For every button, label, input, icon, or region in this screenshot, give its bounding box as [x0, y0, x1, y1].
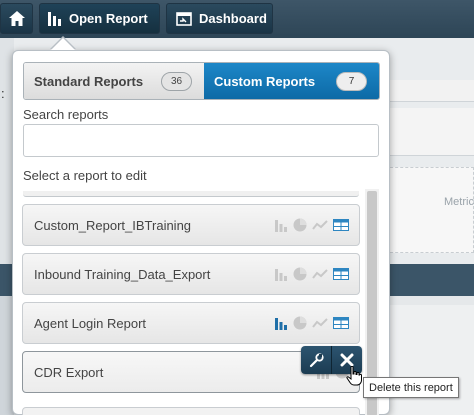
tab-standard-reports-label: Standard Reports	[34, 73, 144, 89]
list-item-partial	[23, 191, 359, 197]
tab-standard-reports[interactable]: Standard Reports 36	[24, 63, 204, 99]
custom-reports-count-badge: 7	[336, 72, 367, 91]
bar-chart-icon[interactable]	[275, 317, 288, 330]
search-reports-label: Search reports	[23, 107, 109, 122]
table-icon[interactable]	[333, 317, 349, 329]
standard-reports-count-badge: 36	[161, 72, 192, 91]
report-name: CDR Export	[34, 364, 104, 380]
dashboard-label: Dashboard	[199, 11, 267, 26]
open-report-label: Open Report	[69, 11, 148, 26]
list-item-partial	[22, 407, 360, 415]
background-colon: :	[1, 86, 5, 101]
top-navigation-bar: Open Report Dashboard	[0, 0, 474, 38]
list-item-report[interactable]: Inbound Training_Data_Export	[22, 253, 360, 295]
line-chart-icon[interactable]	[312, 317, 328, 329]
search-reports-input[interactable]	[23, 124, 379, 157]
background-toolbar	[380, 80, 474, 102]
open-report-button[interactable]: Open Report	[39, 3, 160, 34]
dashboard-button[interactable]: Dashboard	[166, 3, 273, 34]
dashboard-icon	[176, 11, 192, 26]
close-icon	[340, 353, 354, 367]
tab-custom-reports-label: Custom Reports	[214, 73, 316, 89]
home-button[interactable]	[0, 3, 33, 34]
table-icon[interactable]	[333, 219, 349, 231]
report-name: Agent Login Report	[34, 315, 147, 331]
tab-custom-reports[interactable]: Custom Reports 7	[204, 63, 379, 99]
line-chart-icon[interactable]	[312, 219, 328, 231]
bar-chart-icon[interactable]	[275, 219, 288, 232]
background-panel	[380, 108, 474, 156]
list-item-report[interactable]: Custom_Report_IBTraining	[22, 204, 360, 246]
table-icon[interactable]	[333, 268, 349, 280]
hand-cursor-icon	[346, 366, 362, 386]
select-report-label: Select a report to edit	[23, 168, 147, 183]
report-list: Custom_Report_IBTraining Inbound Trainin…	[21, 189, 361, 415]
report-name: Inbound Training_Data_Export	[34, 266, 211, 282]
background-metric-card	[380, 167, 474, 253]
wrench-icon	[309, 352, 324, 367]
bar-chart-icon	[48, 11, 61, 26]
pie-chart-icon[interactable]	[293, 267, 307, 281]
list-item-report[interactable]: Agent Login Report	[22, 302, 360, 344]
bar-chart-icon[interactable]	[275, 268, 288, 281]
line-chart-icon[interactable]	[312, 268, 328, 280]
background-lower-panel	[380, 305, 474, 415]
popup-pointer	[51, 38, 75, 50]
report-type-tabs: Standard Reports 36 Custom Reports 7	[23, 62, 380, 100]
pie-chart-icon[interactable]	[293, 218, 307, 232]
home-icon	[8, 11, 25, 26]
background-metric-label: Metric	[444, 196, 474, 208]
pie-chart-icon[interactable]	[293, 316, 307, 330]
report-name: Custom_Report_IBTraining	[34, 217, 192, 233]
delete-report-tooltip: Delete this report	[363, 377, 459, 398]
edit-report-button[interactable]	[301, 346, 331, 374]
